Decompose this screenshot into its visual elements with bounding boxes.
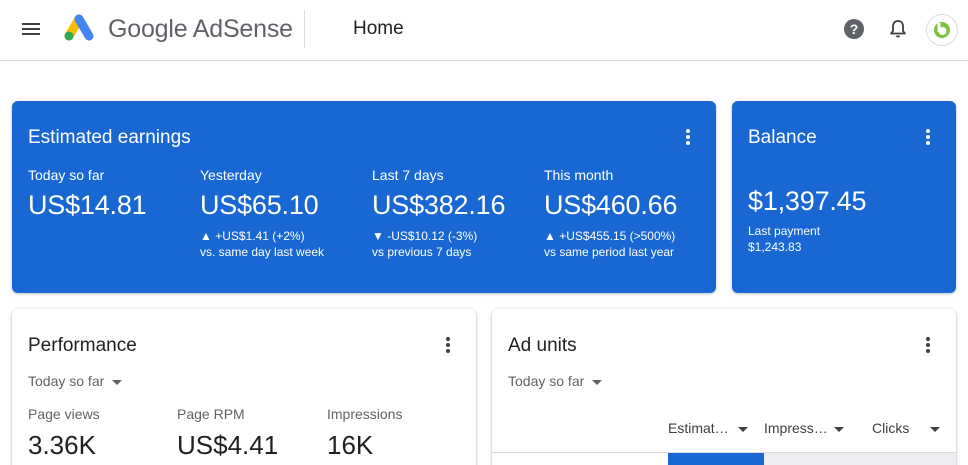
balance-more-icon[interactable] [918,127,938,149]
adsense-logo-icon [64,14,94,41]
metric-compare-last-7-days: vs previous 7 days [372,245,472,259]
metric-compare-yesterday: vs. same day last week [200,245,325,259]
top-app-bar: Google AdSense Home ? [0,0,968,61]
perf-label-page-rpm: Page RPM [177,406,245,422]
performance-card: Performance Today so far Page views 3.36… [12,309,476,465]
perf-label-page-views: Page views [28,406,100,422]
notifications-bell-icon[interactable] [887,18,909,40]
earnings-title: Estimated earnings [28,127,191,148]
balance-card: Balance $1,397.45 Last payment $1,243.83 [732,101,956,293]
menu-icon[interactable] [20,20,42,38]
perf-label-impressions: Impressions [327,406,403,422]
ad-units-title: Ad units [508,335,577,356]
help-icon[interactable]: ? [843,18,865,40]
ad-units-range-label: Today so far [508,373,585,389]
metric-compare-this-month: vs same period last year [544,245,675,259]
header-divider [304,10,305,48]
metric-value-last-7-days: US$382.16 [372,190,506,220]
chevron-down-icon [592,379,603,385]
chevron-down-icon [112,379,123,385]
selected-column-indicator [668,453,764,465]
avatar[interactable] [926,14,958,46]
svg-text:?: ? [850,21,859,37]
metric-change-last-7-days: ▼ -US$10.12 (-3%) [372,229,478,243]
metric-label-last-7-days: Last 7 days [372,167,444,183]
metric-label-today: Today so far [28,167,105,183]
ad-units-range-dropdown[interactable]: Today so far [508,373,603,389]
metric-change-yesterday: ▲ +US$1.41 (+2%) [200,229,305,243]
ad-units-card: Ad units Today so far Estimat… Impress… … [492,309,956,465]
earnings-more-icon[interactable] [678,127,698,149]
perf-value-impressions: 16K [327,430,374,460]
perf-value-page-rpm: US$4.41 [177,430,279,460]
column-estimated-sort-icon[interactable] [738,427,748,432]
perf-value-page-views: 3.36K [28,430,96,460]
ad-units-more-icon[interactable] [918,335,938,357]
balance-value: $1,397.45 [748,186,867,216]
performance-more-icon[interactable] [438,335,458,357]
column-impressions-sort-icon[interactable] [834,427,844,432]
avatar-logo-icon [934,22,950,38]
balance-title: Balance [748,127,817,148]
metric-label-yesterday: Yesterday [200,167,262,183]
metric-value-today: US$14.81 [28,190,147,220]
estimated-earnings-card: Estimated earnings Today so far US$14.81… [12,101,716,293]
metric-value-this-month: US$460.66 [544,190,678,220]
column-header-impressions[interactable]: Impress… [764,420,828,436]
metric-label-this-month: This month [544,167,614,183]
column-shade [764,453,956,465]
metric-change-this-month: ▲ +US$455.15 (>500%) [544,229,676,243]
column-clicks-sort-icon[interactable] [930,427,940,432]
last-payment-value: $1,243.83 [748,240,802,254]
performance-range-dropdown[interactable]: Today so far [28,373,123,389]
logo-text: Google AdSense [108,15,293,43]
performance-title: Performance [28,335,137,356]
metric-value-yesterday: US$65.10 [200,190,319,220]
column-header-estimated[interactable]: Estimat… [668,420,729,436]
last-payment-label: Last payment [748,224,821,238]
column-header-clicks[interactable]: Clicks [872,420,909,436]
performance-range-label: Today so far [28,373,105,389]
page-title: Home [353,18,404,39]
